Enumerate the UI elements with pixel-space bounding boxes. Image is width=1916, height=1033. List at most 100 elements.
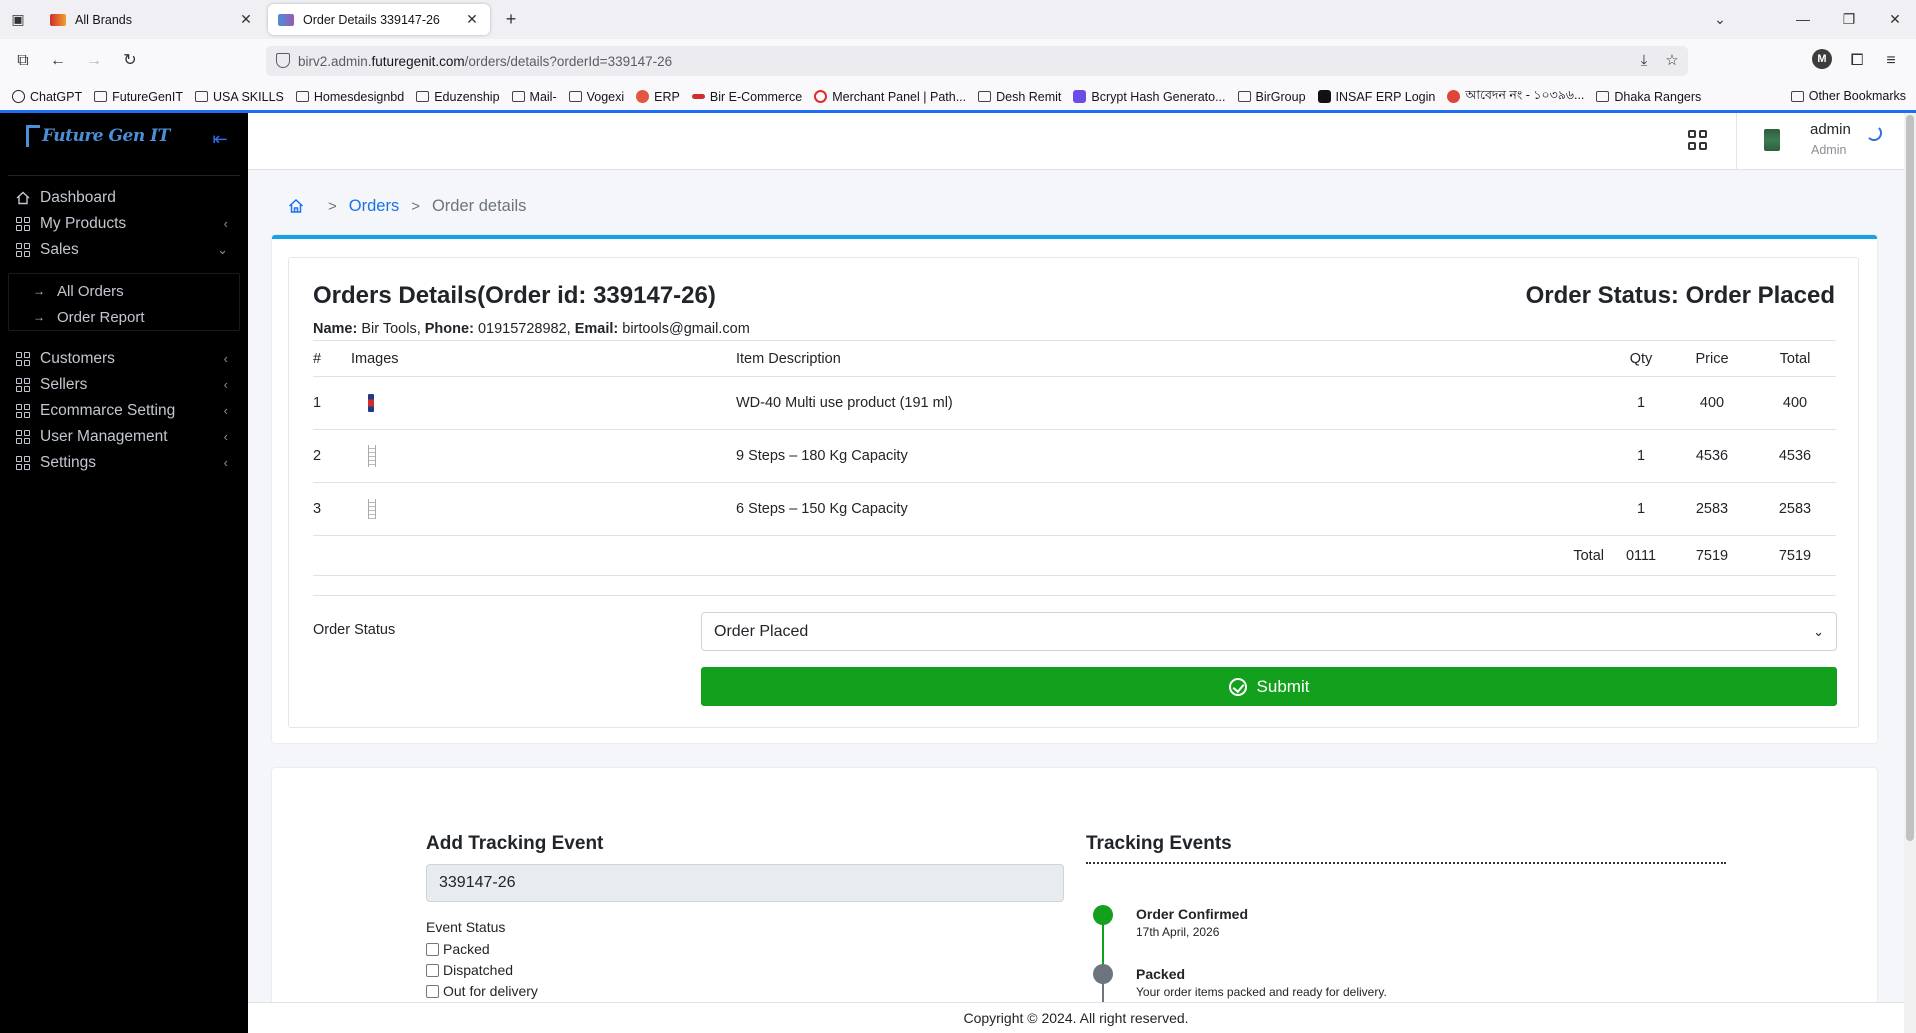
sidebar-subitem-order-report[interactable]: → Order Report <box>33 305 145 329</box>
bookmark-folder[interactable]: Desh Remit <box>978 90 1061 104</box>
breadcrumb-orders-link[interactable]: Orders <box>349 197 399 216</box>
app-menu-icon[interactable]: ≡ <box>1878 48 1904 74</box>
brand-logo[interactable]: Future Gen IT <box>26 123 226 163</box>
event-option-dispatched[interactable]: Dispatched <box>426 962 513 978</box>
tab-label: Order Details 339147-26 <box>303 12 440 27</box>
header-divider <box>1736 113 1737 169</box>
close-tab-icon[interactable]: ✕ <box>464 11 480 28</box>
timeline-dot-pending <box>1093 964 1113 984</box>
sidebar-item-settings[interactable]: Settings ‹ <box>8 448 240 478</box>
grid-icon <box>16 217 30 231</box>
bookmark-folder[interactable]: Homesdesignbd <box>295 90 404 104</box>
bookmark-item[interactable]: ERP <box>636 90 680 104</box>
sidebar-item-sales[interactable]: Sales ⌄ <box>8 235 240 265</box>
url-prefix: birv2.admin. <box>298 53 372 69</box>
bookmark-item[interactable]: আবেদন নং - ১০৩৯৬... <box>1447 87 1584 107</box>
home-icon[interactable] <box>288 198 304 214</box>
folder-icon <box>295 91 309 102</box>
sidebar-toggle-icon[interactable]: ⧉ <box>10 48 36 74</box>
profile-avatar[interactable]: M <box>1812 49 1832 69</box>
folder-icon <box>1596 91 1610 102</box>
bookmark-item[interactable]: Bcrypt Hash Generato... <box>1073 90 1226 104</box>
apps-grid-icon[interactable] <box>1688 130 1708 150</box>
bookmark-item[interactable]: Bir E-Commerce <box>691 90 802 104</box>
product-thumbnail[interactable] <box>368 445 376 467</box>
checkbox[interactable] <box>426 984 439 998</box>
total-amount: 7519 <box>1754 535 1836 576</box>
back-button[interactable]: ← <box>45 48 71 74</box>
user-role: Admin <box>1811 143 1847 157</box>
bookmark-folder[interactable]: BirGroup <box>1237 90 1306 104</box>
new-tab-button[interactable]: + <box>500 8 522 30</box>
close-window-button[interactable]: ✕ <box>1882 6 1908 32</box>
bookmark-star-icon[interactable]: ☆ <box>1662 51 1682 71</box>
product-thumbnail[interactable] <box>368 394 374 412</box>
event-title: Packed <box>1136 966 1186 982</box>
cell-description: 9 Steps – 180 Kg Capacity <box>736 429 1612 483</box>
bookmark-item[interactable]: Merchant Panel | Path... <box>814 90 966 104</box>
minimize-button[interactable]: — <box>1790 6 1816 32</box>
restore-button[interactable]: ❐ <box>1836 6 1862 32</box>
checkbox[interactable] <box>426 963 439 977</box>
bookmark-item[interactable]: INSAF ERP Login <box>1317 90 1435 104</box>
tab-list-icon[interactable]: ▣ <box>8 9 28 29</box>
avatar[interactable] <box>1764 129 1780 151</box>
table-total-row: Total 0111 7519 7519 <box>313 535 1836 576</box>
event-description: Your order items packed and ready for de… <box>1136 985 1387 999</box>
customer-info: Name: Bir Tools, Phone: 01915728982, Ema… <box>313 321 750 337</box>
address-bar[interactable]: birv2.admin. futuregenit.com/orders/detai… <box>266 46 1688 76</box>
event-option-packed[interactable]: Packed <box>426 941 490 957</box>
other-bookmarks-folder[interactable]: Other Bookmarks <box>1790 89 1906 103</box>
browser-tab-order-details[interactable]: Order Details 339147-26 ✕ <box>268 4 490 35</box>
grid-icon <box>16 243 30 257</box>
bookmark-folder[interactable]: FutureGenIT <box>94 90 183 104</box>
folder-icon <box>194 91 208 102</box>
bookmark-folder[interactable]: Eduzenship <box>416 90 500 104</box>
checkbox[interactable] <box>426 942 439 956</box>
tab-overflow-chevron-icon[interactable]: ⌄ <box>1707 6 1733 32</box>
tab-favicon-icon <box>278 13 294 26</box>
bookmark-folder[interactable]: Vogexi <box>568 90 624 104</box>
sidebar-subitem-label: Order Report <box>57 308 145 326</box>
timeline-dot-completed <box>1093 905 1113 925</box>
extensions-icon[interactable]: ⧠ <box>1844 48 1870 74</box>
close-tab-icon[interactable]: ✕ <box>238 11 254 28</box>
shield-icon[interactable] <box>276 53 290 68</box>
collapse-sidebar-icon[interactable]: ⇤ <box>210 129 230 149</box>
bookmark-folder[interactable]: Mail- <box>511 90 557 104</box>
bcrypt-icon <box>1073 90 1087 103</box>
bookmark-item[interactable]: ChatGPT <box>12 90 82 104</box>
event-option-out-for-delivery[interactable]: Out for delivery <box>426 983 538 999</box>
order-status-select[interactable]: Order Placed ⌄ <box>701 612 1837 651</box>
loading-spinner-icon <box>1866 125 1882 141</box>
download-page-icon[interactable]: ⤓ <box>1634 51 1654 71</box>
cell-description: WD-40 Multi use product (191 ml) <box>736 376 1612 430</box>
submit-button[interactable]: Submit <box>701 667 1837 706</box>
customer-name: Bir Tools <box>361 321 417 337</box>
sidebar-subitem-all-orders[interactable]: → All Orders <box>33 279 124 303</box>
tab-label: All Brands <box>75 12 132 27</box>
product-thumbnail[interactable] <box>368 499 376 519</box>
forward-button[interactable]: → <box>81 48 107 74</box>
bookmark-folder[interactable]: Dhaka Rangers <box>1596 90 1701 104</box>
page-scrollbar[interactable] <box>1904 113 1916 1033</box>
reload-button[interactable]: ↻ <box>117 48 143 74</box>
user-name[interactable]: admin <box>1810 121 1851 138</box>
total-label: Total <box>736 535 1612 576</box>
browser-tab-all-brands[interactable]: All Brands ✕ <box>40 4 264 35</box>
cell-total: 400 <box>1754 376 1836 430</box>
order-status-heading: Order Status: Order Placed <box>1525 282 1835 309</box>
scrollbar-thumb[interactable] <box>1906 115 1914 841</box>
chevron-left-icon: ‹ <box>223 429 228 444</box>
cell-image <box>351 482 736 536</box>
tracking-card: Add Tracking Event 339147-26 Event Statu… <box>272 768 1877 1033</box>
bookmark-folder[interactable]: USA SKILLS <box>194 90 284 104</box>
cell-qty: 1 <box>1612 429 1670 483</box>
app-header: admin Admin <box>248 113 1916 170</box>
order-id-field[interactable]: 339147-26 <box>426 864 1064 902</box>
home-icon <box>16 191 30 205</box>
browser-nav-bar: ⧉ ← → ↻ birv2.admin. futuregenit.com/orde… <box>0 39 1916 83</box>
sidebar-item-label: My Products <box>40 215 127 232</box>
tab-favicon-icon <box>50 13 66 26</box>
folder-icon <box>416 91 430 102</box>
